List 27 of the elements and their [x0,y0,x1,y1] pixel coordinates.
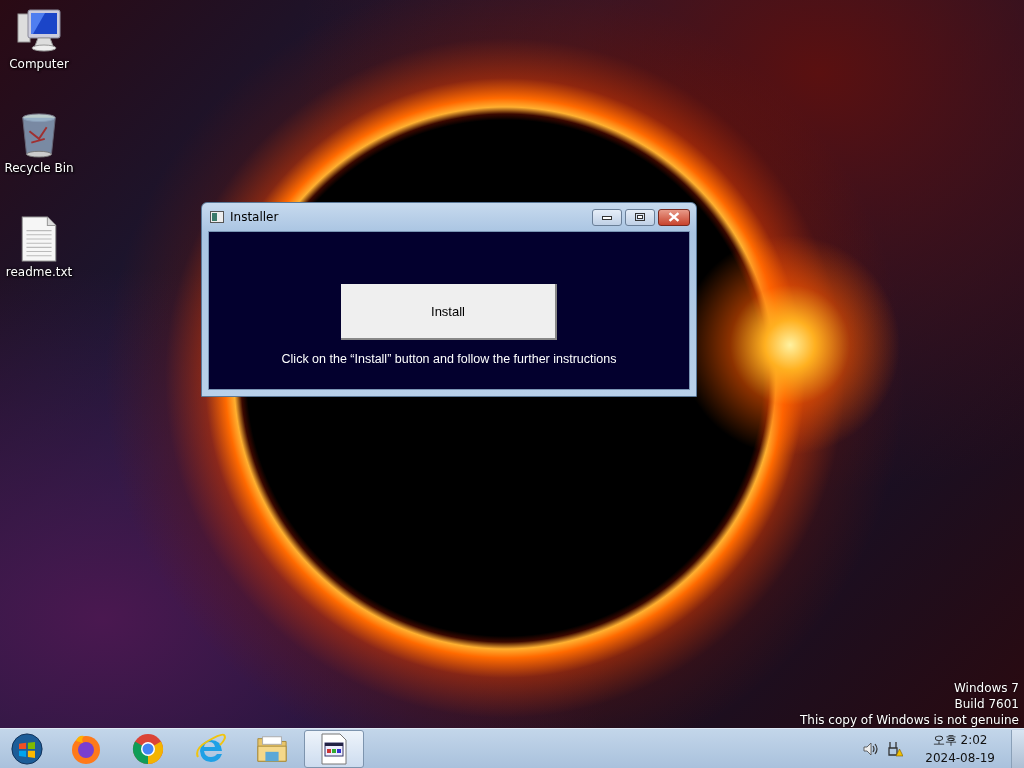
icon-label[interactable]: readme.txt [5,265,73,279]
minimize-button[interactable] [592,208,622,226]
icon-label[interactable]: Computer [9,57,69,71]
start-orb-icon [11,732,43,765]
computer-icon[interactable] [16,8,62,54]
speaker-icon[interactable] [863,740,880,757]
icon-label[interactable]: Recycle Bin [4,161,74,175]
close-icon [668,212,680,222]
notice-text: This copy of Windows is not genuine [800,713,1019,727]
app-icon [210,211,224,223]
network-warning-icon[interactable] [887,740,904,757]
minimize-icon [602,214,612,220]
maximize-icon [635,213,645,221]
close-button[interactable] [658,208,690,226]
internet-explorer-icon [194,732,226,765]
application-window-icon [318,732,350,765]
notice-text: Build 7601 [954,697,1019,711]
window-title: Installer [230,210,279,224]
notice-text: Windows 7 [954,681,1019,695]
clock[interactable]: 오후 2:02 2024-08-19 [925,732,995,765]
instruction-text: Click on the “Install” button and follow the further instructions [281,352,617,366]
clock-time: 오후 2:02 [932,732,988,749]
install-button[interactable]: Install [341,284,557,340]
chrome-icon [132,732,164,765]
taskbar-button[interactable] [304,729,364,768]
clock-date: 2024-08-19 [925,751,995,765]
maximize-button[interactable] [625,208,655,226]
